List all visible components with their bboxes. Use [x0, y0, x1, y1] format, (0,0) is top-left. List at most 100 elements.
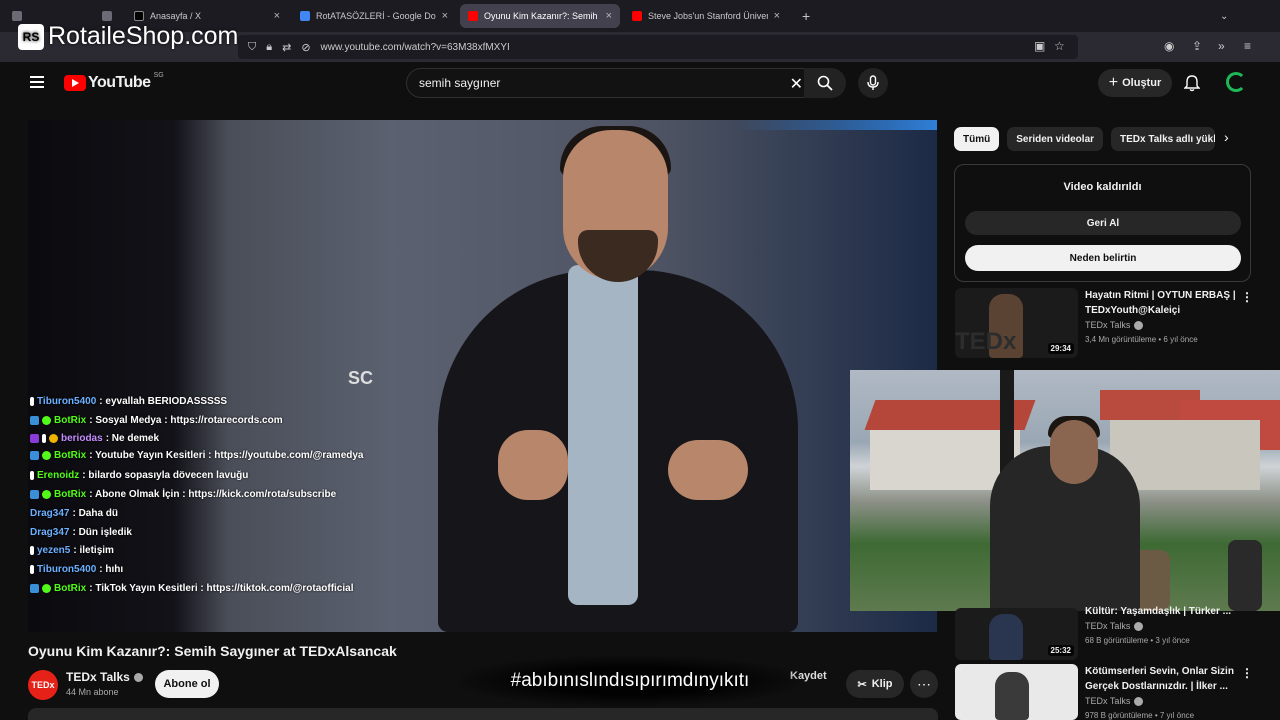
close-tab-icon[interactable]: × [606, 10, 612, 22]
chat-text: : Dün işledik [72, 526, 132, 538]
pin-badge-icon [30, 565, 34, 575]
watermark-text: RotaileShop.com [48, 22, 239, 50]
close-tab-icon[interactable]: × [774, 10, 780, 22]
chip-series[interactable]: Seriden videolar [1007, 127, 1104, 151]
google-docs-icon [300, 11, 310, 21]
tab-title: Steve Jobs'un Stanford Üniversi [648, 11, 768, 21]
subscriber-count: 44 Mn abone [66, 687, 119, 697]
lock-icon[interactable]: 🔒︎ [266, 41, 272, 54]
more-actions-button[interactable]: ⋯ [910, 670, 938, 698]
clip-button[interactable]: ✂ Klip [846, 670, 904, 698]
tab-title: RotATASÖZLERİ - Google Doküm [316, 11, 436, 21]
bot-badge-icon [30, 451, 39, 461]
tab-title: Oyunu Kim Kazanır?: Semih Say [484, 11, 600, 21]
shield-icon[interactable]: ⛉ [248, 41, 256, 54]
channel-name-row[interactable]: TEDx Talks [66, 670, 143, 684]
more-vert-icon[interactable]: ⋮ [1241, 290, 1253, 304]
more-vert-icon[interactable]: ⋮ [1241, 666, 1253, 680]
chat-text: : TikTok Yayın Kesitleri : https://tikto… [89, 583, 354, 595]
plus-icon: + [1108, 74, 1119, 91]
chevron-right-icon[interactable]: › [1224, 129, 1229, 145]
watermark: RS RotaileShop.com [18, 22, 238, 51]
bot-badge-icon [30, 490, 39, 500]
browser-tab-active[interactable]: Oyunu Kim Kazanır?: Semih Say × [460, 4, 620, 28]
tracking-off-icon[interactable]: ⊘ [301, 41, 310, 54]
chip-all[interactable]: Tümü [954, 127, 1000, 151]
pin-badge-icon [30, 396, 34, 406]
subscribe-button[interactable]: Abone ol [155, 670, 219, 698]
chat-text: : Abone Olmak İçin : https://kick.com/ro… [89, 489, 337, 501]
verified-icon [1134, 697, 1144, 707]
duration-badge: 25:32 [1047, 645, 1074, 656]
chat-message: Drag347: Dün işledik [30, 523, 370, 542]
description-card[interactable] [28, 708, 938, 720]
browser-tab[interactable]: RotATASÖZLERİ - Google Doküm × [292, 4, 456, 28]
related-filter-chips: Tümü Seriden videolar TEDx Talks adlı yü… [954, 127, 1216, 151]
bot-badge-icon [30, 584, 39, 594]
recommended-channel: TEDx Talks [1085, 621, 1131, 631]
verified-icon [133, 673, 143, 683]
permissions-icon[interactable]: ⇄ [282, 41, 291, 54]
recommended-video[interactable]: TEDx 29:34 Hayatın Ritmi | OYTUN ERBAŞ |… [955, 288, 1265, 358]
clear-search-icon[interactable]: ✕ [790, 74, 803, 94]
chat-message: BotRix: Sosyal Medya : https://rotarecor… [30, 411, 370, 430]
tell-us-why-button[interactable]: Neden belirtin [965, 245, 1241, 271]
account-avatar[interactable] [1226, 72, 1246, 92]
video-thumbnail[interactable]: TEDx 29:34 [955, 288, 1078, 358]
extension-icon[interactable]: ◉ [1164, 39, 1174, 53]
chat-text: : Ne demek [105, 433, 160, 445]
verified-badge-icon [42, 490, 51, 500]
streamer-webcam-overlay [850, 370, 1280, 611]
bookmark-star-icon[interactable]: ☆ [1054, 39, 1065, 53]
create-label: Oluştur [1122, 77, 1162, 89]
chat-text: : Daha dü [72, 507, 119, 519]
search-button[interactable] [804, 68, 846, 98]
verified-icon [1134, 321, 1144, 331]
chat-username: BotRix [54, 414, 87, 426]
new-tab-button[interactable]: + [794, 4, 814, 28]
picture-in-picture-icon[interactable]: ▣ [1034, 39, 1045, 53]
stage-light-stripe [737, 120, 937, 130]
notifications-bell-icon[interactable] [1183, 74, 1201, 97]
recommended-video[interactable]: Kötümserleri Sevin, Onlar Sizin Gerçek D… [955, 664, 1265, 720]
x-logo-icon [134, 11, 144, 21]
chat-username: BotRix [54, 583, 87, 595]
menu-icon[interactable]: ≡ [1244, 39, 1251, 53]
video-thumbnail[interactable] [955, 664, 1078, 720]
recommended-meta: 68 B görüntüleme • 3 yıl önce [1085, 636, 1190, 645]
chat-username: Drag347 [30, 507, 70, 519]
channel-avatar[interactable]: TEDx [28, 670, 58, 700]
video-thumbnail[interactable]: 25:32 [955, 608, 1078, 660]
hamburger-menu-icon[interactable] [30, 76, 44, 88]
streamer-head [1050, 420, 1098, 484]
browser-tab[interactable]: Steve Jobs'un Stanford Üniversi × [624, 4, 788, 28]
chat-username: Erenoidz [37, 470, 80, 482]
address-bar[interactable]: ⛉ 🔒︎ ⇄ ⊘ www.youtube.com/watch?v=63M38xf… [238, 35, 1078, 59]
recommended-title: Kültür: Yaşamdaşlık | Türker ... [1085, 606, 1232, 617]
overflow-chevron-icon[interactable]: » [1218, 39, 1225, 53]
recommended-channel: TEDx Talks [1085, 696, 1131, 706]
chip-channel-uploads[interactable]: TEDx Talks adlı yükle [1111, 127, 1216, 151]
voice-search-button[interactable] [858, 68, 888, 98]
channel-name: TEDx Talks [66, 670, 130, 684]
recommended-title: Kötümserleri Sevin, Onlar Sizin Gerçek D… [1085, 666, 1234, 692]
tab-list-icon[interactable]: ⌄ [1212, 4, 1236, 28]
recommended-channel-row: TEDx Talks [1085, 621, 1144, 632]
recommended-meta: 978 B görüntüleme • 7 yıl önce [1085, 711, 1195, 720]
close-tab-icon[interactable]: × [442, 10, 448, 22]
bottle-shape [1228, 540, 1262, 611]
recommended-channel-row: TEDx Talks [1085, 696, 1144, 707]
chat-message: BotRix: TikTok Yayın Kesitleri : https:/… [30, 579, 370, 598]
bot-badge-icon [30, 415, 39, 425]
chat-text: : eyvallah BERIODASSSSS [99, 395, 228, 407]
chat-message: yezen5: iletişim [30, 542, 370, 561]
search-input[interactable]: semih saygıner ✕ [406, 68, 812, 98]
youtube-logo[interactable]: YouTube SG [64, 72, 164, 92]
create-button[interactable]: + Oluştur [1098, 69, 1172, 97]
undo-button[interactable]: Geri Al [965, 211, 1241, 235]
speaker-left-hand [498, 430, 568, 500]
share-icon[interactable]: ⇪ [1192, 39, 1202, 53]
close-tab-icon[interactable]: × [274, 10, 280, 22]
duration-badge: 29:34 [1047, 343, 1074, 354]
recommended-video[interactable]: 25:32 Kültür: Yaşamdaşlık | Türker ... T… [955, 606, 1265, 660]
